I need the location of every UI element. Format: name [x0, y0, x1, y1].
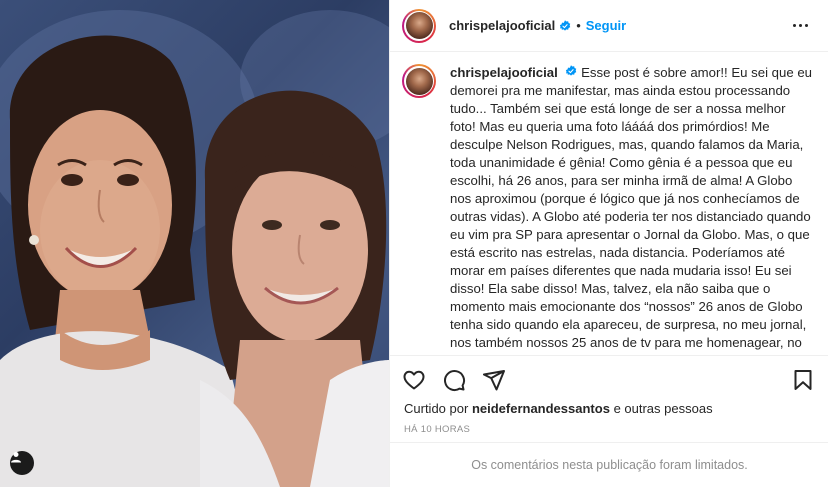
user-tag-button[interactable] [10, 451, 34, 475]
post-photo-illustration [0, 10, 389, 487]
post-photo[interactable] [0, 0, 389, 487]
caption-body: Esse post é sobre amor!! Eu sei que eu d… [450, 65, 813, 354]
likes-user-link[interactable]: neidefernandessantos [472, 401, 610, 416]
follow-button[interactable]: Seguir [586, 18, 626, 33]
separator-dot: • [576, 18, 581, 33]
caption-avatar[interactable] [402, 64, 436, 98]
share-icon[interactable] [482, 368, 506, 392]
caption-area: chrispelajooficial Esse post é sobre amo… [390, 53, 828, 354]
heart-icon[interactable] [402, 368, 426, 392]
comment-icon[interactable] [442, 368, 466, 392]
comments-limited-notice: Os comentários nesta publicação foram li… [390, 442, 828, 487]
likes-summary: Curtido por neidefernandessantos e outra… [404, 401, 713, 416]
user-tag-icon [11, 452, 21, 463]
caption: chrispelajooficial Esse post é sobre amo… [450, 64, 813, 354]
bookmark-icon[interactable] [791, 368, 815, 392]
likes-suffix[interactable]: e outras pessoas [614, 401, 713, 416]
action-bar [390, 355, 828, 395]
verified-badge-icon [559, 19, 571, 32]
post-side-panel: chrispelajooficial • Seguir chrispelajoo… [389, 0, 828, 487]
more-options-icon[interactable] [785, 18, 816, 33]
caption-username[interactable]: chrispelajooficial [450, 65, 558, 80]
post-timestamp[interactable]: HÁ 10 HORAS [404, 424, 470, 435]
post-header: chrispelajooficial • Seguir [390, 0, 828, 52]
likes-prefix: Curtido por [404, 401, 469, 416]
caption-verified-badge-icon [565, 65, 577, 77]
avatar[interactable] [402, 8, 436, 43]
header-username[interactable]: chrispelajooficial [449, 18, 555, 33]
